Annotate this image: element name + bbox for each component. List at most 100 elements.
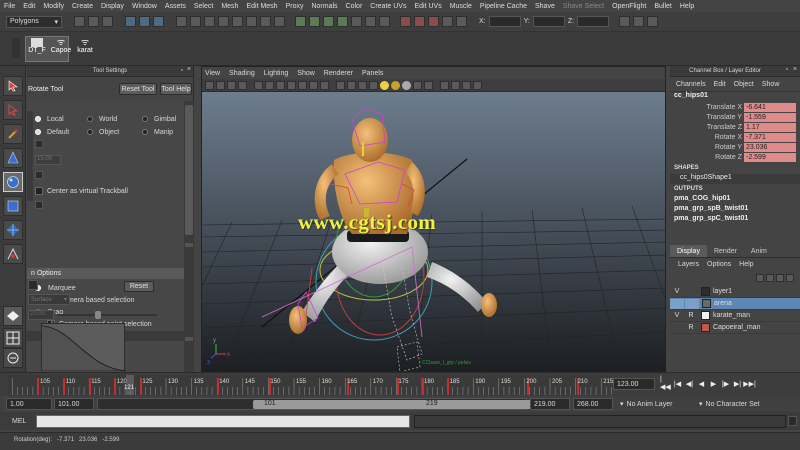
radio-marquee[interactable]: Marquee [35,282,76,294]
channel-value[interactable]: 23.036 [744,142,796,152]
radio-default[interactable]: Default [35,126,69,138]
mask-icon[interactable] [246,16,257,27]
menu-item[interactable]: Create [72,3,93,10]
layer-playback-toggle[interactable]: R [684,312,698,319]
xray-icon[interactable] [451,80,460,90]
step-checkbox[interactable] [35,140,43,148]
menu-item[interactable]: OpenFlight [612,3,646,10]
character-set-dropdown[interactable]: ▾ No Character Set [699,398,791,410]
falloff-curve-graph[interactable] [41,323,127,372]
move-tool-icon[interactable] [3,148,23,168]
anim-start-field[interactable]: 101.00 [54,398,94,410]
layer-color-swatch[interactable] [702,299,711,308]
select-tool-icon[interactable] [3,76,23,96]
menu-item[interactable]: File [4,3,15,10]
menu-item[interactable]: Proxy [286,3,304,10]
layer-color-swatch[interactable] [701,311,710,320]
mask-icon[interactable] [260,16,271,27]
hypershade-icon[interactable] [442,16,453,27]
new-scene-icon[interactable] [74,16,85,27]
screen-ao-icon[interactable] [402,80,411,90]
channel-value[interactable]: -1.559 [744,112,796,122]
move-layer-down-icon[interactable] [766,274,774,282]
falloff-mode-dropdown[interactable]: Surface ▾ [28,294,70,305]
sidebar-toggle-icon[interactable] [633,16,645,27]
xray-components-icon[interactable] [473,80,482,90]
step-back-key-icon[interactable]: ◀| [684,378,695,389]
radio-world[interactable]: World [87,113,117,125]
output-node[interactable]: pma_COG_hip01 [670,195,800,205]
layer-menu-item[interactable]: Options [707,261,731,268]
menu-item[interactable]: Create UVs [370,3,406,10]
menu-item[interactable]: Display [101,3,124,10]
channel-box-menu-item[interactable]: Edit [714,81,726,88]
anim-end-field[interactable]: 219.00 [530,398,570,410]
layer-tab[interactable]: Anim [744,245,774,257]
go-to-end-icon[interactable]: ▶▶| [743,378,756,389]
soft-mod-tool-icon[interactable] [3,244,23,264]
camera-attributes-icon[interactable] [216,80,225,90]
extra-checkbox[interactable] [35,201,43,209]
image-plane-icon[interactable] [238,80,247,90]
use-all-lights-icon[interactable] [380,80,389,90]
scrollbar-thumb[interactable] [185,105,193,235]
layer-visibility-toggle[interactable]: V [670,288,684,295]
isolate-select-icon[interactable] [440,80,449,90]
command-input[interactable] [36,415,410,428]
step-forward-key-icon[interactable]: |▶ [720,378,731,389]
falloff-radius-field[interactable]: 20.00 [28,310,54,320]
float-icon[interactable]: ▫ [181,67,183,74]
menu-item[interactable]: Color [346,3,363,10]
layer-visibility-toggle[interactable]: V [670,312,684,319]
x-field[interactable] [488,16,521,27]
scale-tool-icon[interactable] [3,196,23,216]
mask-icon[interactable] [274,16,285,27]
snap-plane-icon[interactable] [337,16,348,27]
resolution-gate-icon[interactable] [276,80,285,90]
tool-settings-scrollbar[interactable] [184,101,194,372]
channel-value[interactable]: 1.17 [744,122,796,132]
rotate-tool-icon[interactable] [3,172,23,192]
layer-menu-item[interactable]: Help [739,261,753,268]
new-layer-icon[interactable] [776,274,784,282]
menu-item[interactable]: Mesh [221,3,238,10]
time-slider-track[interactable]: 105 110 115 120 125 130 135 140 145 150 155 160 165 1… [8,375,614,395]
channel-row[interactable]: Rotate Z -2.599 [670,152,796,162]
outliner-layout-icon[interactable] [3,348,23,368]
select-camera-icon[interactable] [205,80,214,90]
motion-blur-icon[interactable] [413,80,422,90]
viewport-menu-item[interactable]: Shading [229,70,255,77]
layer-row[interactable]: arena [670,298,800,310]
layer-menu-item[interactable]: Layers [678,261,699,268]
bookmark-icon[interactable] [227,80,236,90]
menu-item[interactable]: Assets [165,3,186,10]
grid-icon[interactable] [254,80,263,90]
shape-name[interactable]: cc_hips0Shape1 [670,174,800,184]
shelf-item-capoe[interactable]: ᯤ Capoe [51,38,72,55]
new-layer-selected-icon[interactable] [786,274,794,282]
open-scene-icon[interactable] [88,16,99,27]
sidebar-toggle-icon[interactable] [647,16,659,27]
channel-value[interactable]: -7.371 [744,132,796,142]
float-icon[interactable]: ▫ [786,66,788,73]
smooth-shade-icon[interactable] [347,80,356,90]
viewport-menu-item[interactable]: Lighting [264,70,289,77]
viewport-menu-item[interactable]: Panels [362,70,383,77]
mask-icon[interactable] [218,16,229,27]
move-layer-up-icon[interactable] [756,274,764,282]
script-editor-icon[interactable] [788,416,797,426]
mask-icon[interactable] [204,16,215,27]
range-slider-thumb[interactable] [253,400,543,409]
shelf-item-dt[interactable]: DT_F [27,38,47,54]
shadows-icon[interactable] [391,80,400,90]
reset-tool-button[interactable]: Reset Tool [119,83,157,95]
snap-grid-icon[interactable] [295,16,306,27]
command-language-label[interactable]: MEL [6,416,36,427]
menu-item[interactable]: Normals [311,3,337,10]
anim-layer-dropdown[interactable]: ▾ No Anim Layer [620,398,698,410]
render-settings-icon[interactable] [428,16,439,27]
menu-item[interactable]: Help [680,3,694,10]
xray-joints-icon[interactable] [462,80,471,90]
channel-row[interactable]: Translate X -6.641 [670,102,796,112]
layer-visibility-toggle[interactable] [670,298,684,309]
